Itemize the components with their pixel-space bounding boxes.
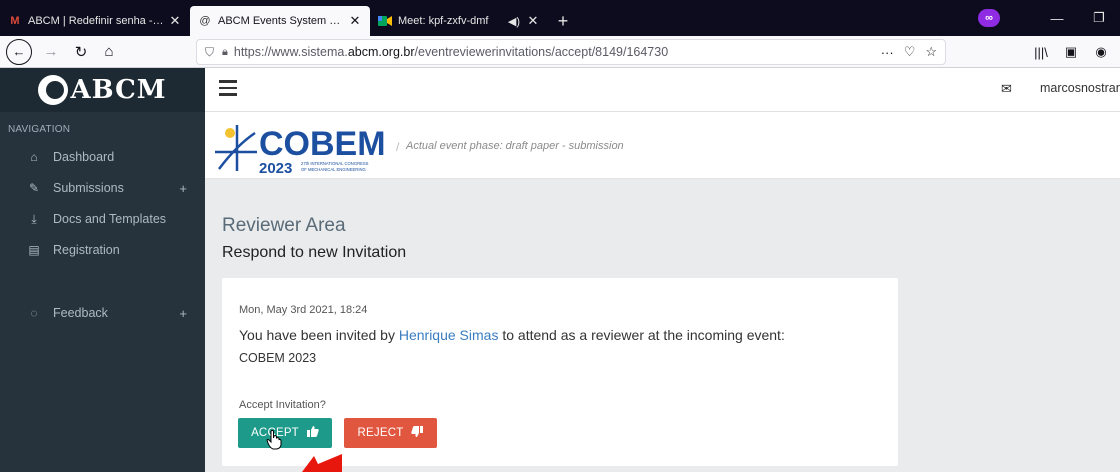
invitation-date: Mon, May 3rd 2021, 18:24 xyxy=(239,304,368,316)
browser-tab-meet[interactable]: Meet: kpf-zxfv-dmf ◀) ✕ xyxy=(370,6,548,36)
red-arrow-icon xyxy=(302,454,342,472)
back-icon[interactable]: ← xyxy=(6,38,32,65)
sidebar: NAVIGATION ⌂ Dashboard ✎ Submissions + ⤓… xyxy=(0,112,205,472)
forward-icon[interactable]: → xyxy=(38,39,64,65)
lock-icon[interactable]: 🔒︎ xyxy=(222,46,228,59)
sidebar-item-label: Feedback xyxy=(53,306,108,320)
browser-nav-bar: ← → ↻ ⌂ ⛉ 🔒︎ https://www.sistema.abcm.or… xyxy=(0,36,1120,68)
gmail-icon: M xyxy=(10,15,20,27)
new-tab-button[interactable]: + xyxy=(548,6,578,36)
chat-icon: ◌ xyxy=(30,306,38,320)
abcm-logo[interactable]: ABCM xyxy=(0,68,205,112)
abcm-icon: @ xyxy=(199,15,211,27)
sidebar-item-label: Dashboard xyxy=(53,150,115,164)
event-phase: Actual event phase: draft paper - submis… xyxy=(406,140,624,152)
phase-separator: / xyxy=(396,140,400,154)
sidebar-item-docs-and-templates[interactable]: ⤓ Docs and Templates xyxy=(0,205,205,233)
page-title: Reviewer Area xyxy=(222,215,346,236)
invitation-message: You have been invited by Henrique Simas … xyxy=(239,327,785,343)
event-banner: COBEM 2023 27th INTERNATIONAL CONGRESS O… xyxy=(205,112,1120,179)
account-icon[interactable]: ◉ xyxy=(1088,44,1114,60)
hamburger-menu-icon[interactable] xyxy=(219,80,237,98)
pencil-icon: ✎ xyxy=(28,181,40,195)
tab-title: ABCM | Redefinir senha - marcos xyxy=(28,15,164,27)
sidebar-item-dashboard[interactable]: ⌂ Dashboard xyxy=(0,143,205,171)
inviter-link[interactable]: Henrique Simas xyxy=(399,327,499,343)
url-bar[interactable]: ⛉ 🔒︎ https://www.sistema.abcm.org.br/eve… xyxy=(196,39,946,65)
expand-icon[interactable]: + xyxy=(179,306,187,321)
browser-tab-gmail[interactable]: M ABCM | Redefinir senha - marcos ✕ xyxy=(0,6,190,36)
sidebar-item-submissions[interactable]: ✎ Submissions + xyxy=(0,174,205,202)
close-tab-icon[interactable]: ✕ xyxy=(348,13,362,29)
cobem-logo: COBEM 2023 27th INTERNATIONAL CONGRESS O… xyxy=(215,125,386,175)
cobem-tagline-2: OF MECHANICAL ENGINEERING xyxy=(301,167,366,172)
sidebar-toggle-icon[interactable]: ▣ xyxy=(1058,44,1084,60)
abcm-swirl-icon xyxy=(38,75,69,105)
cobem-year: 2023 xyxy=(259,160,292,175)
minimize-icon[interactable]: — xyxy=(1036,0,1078,36)
accept-question: Accept Invitation? xyxy=(239,399,326,411)
download-icon: ⤓ xyxy=(31,211,37,226)
meet-icon xyxy=(378,14,392,28)
hand-cursor-icon xyxy=(266,430,282,450)
close-tab-icon[interactable]: ✕ xyxy=(526,13,540,29)
user-menu[interactable]: marcosnostrani xyxy=(1040,81,1120,95)
browser-tab-abcm[interactable]: @ ABCM Events System EventReviewer ✕ xyxy=(190,6,370,36)
sidebar-item-label: Docs and Templates xyxy=(53,212,167,226)
page-subtitle: Respond to new Invitation xyxy=(222,244,407,261)
pocket-icon[interactable]: ♡ xyxy=(904,44,916,60)
thumbs-down-icon xyxy=(411,426,424,440)
accept-button[interactable]: ACCEPT xyxy=(238,418,332,448)
document-icon: ▤ xyxy=(28,243,40,257)
tab-title: Meet: kpf-zxfv-dmf xyxy=(398,15,489,27)
nav-heading: NAVIGATION xyxy=(8,124,71,135)
home-icon[interactable]: ⌂ xyxy=(96,39,122,65)
reject-button[interactable]: REJECT xyxy=(344,418,437,448)
speaker-icon[interactable]: ◀) xyxy=(508,15,520,28)
bookmark-star-icon[interactable]: ☆ xyxy=(925,44,937,60)
reload-icon[interactable]: ↻ xyxy=(68,39,94,65)
sidebar-item-feedback[interactable]: ◌ Feedback + xyxy=(0,299,205,327)
expand-icon[interactable]: + xyxy=(179,181,187,196)
close-tab-icon[interactable]: ✕ xyxy=(168,13,182,29)
home-icon: ⌂ xyxy=(30,150,38,164)
private-browsing-icon: ∞ xyxy=(978,9,1000,27)
sidebar-item-registration[interactable]: ▤ Registration xyxy=(0,236,205,264)
url-text[interactable]: https://www.sistema.abcm.org.br/eventrev… xyxy=(234,45,871,59)
cobem-name: COBEM xyxy=(259,125,386,163)
browser-tab-bar: M ABCM | Redefinir senha - marcos ✕ @ AB… xyxy=(0,0,1120,36)
restore-icon[interactable]: ❐ xyxy=(1078,0,1120,36)
mail-icon[interactable]: ✉ xyxy=(1001,81,1012,97)
cobem-tagline-1: 27th INTERNATIONAL CONGRESS xyxy=(301,161,369,166)
sidebar-item-label: Submissions xyxy=(53,181,124,195)
thumbs-up-icon xyxy=(306,426,319,440)
main-content: Reviewer Area Respond to new Invitation … xyxy=(205,179,1120,472)
invitation-event: COBEM 2023 xyxy=(239,351,317,365)
library-icon[interactable]: |||\ xyxy=(1028,45,1054,60)
tab-title: ABCM Events System EventReviewer xyxy=(218,15,344,27)
page-actions-icon[interactable]: ··· xyxy=(881,45,894,60)
app-header: ✉ marcosnostrani xyxy=(205,68,1120,112)
tracking-shield-icon[interactable]: ⛉ xyxy=(205,45,214,60)
sidebar-item-label: Registration xyxy=(53,243,120,257)
invitation-card: Mon, May 3rd 2021, 18:24 You have been i… xyxy=(222,278,898,466)
